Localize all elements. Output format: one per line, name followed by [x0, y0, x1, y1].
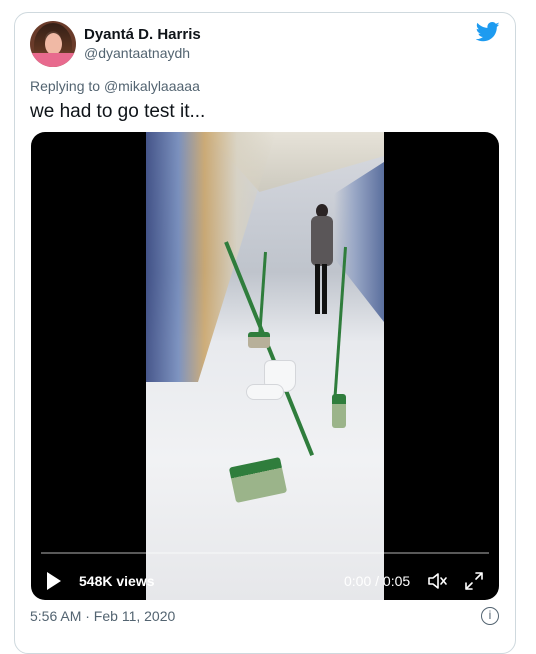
author-handle[interactable]: @dyantaatnaydh [84, 45, 190, 61]
info-icon[interactable]: i [481, 607, 499, 625]
play-icon[interactable] [47, 572, 61, 590]
person-body [311, 216, 333, 266]
broom-head [228, 456, 288, 504]
video-player[interactable]: 548K views 0:00 / 0:05 [31, 132, 499, 600]
person-leg [315, 264, 320, 314]
tweet-text: we had to go test it... [30, 101, 206, 122]
progress-track[interactable] [41, 552, 489, 554]
video-time: 0:00 / 0:05 [344, 573, 411, 589]
author-name[interactable]: Dyantá D. Harris [84, 26, 201, 43]
video-frame [146, 132, 384, 600]
video-controls: 548K views 0:00 / 0:05 [31, 564, 499, 600]
twitter-bird-icon[interactable] [476, 22, 500, 42]
avatar[interactable] [30, 21, 76, 67]
tweet-timestamp[interactable]: 5:56 AM · Feb 11, 2020 [30, 608, 175, 624]
broom-head [248, 332, 270, 348]
fullscreen-icon[interactable] [463, 570, 485, 592]
dustpan [246, 384, 284, 400]
broom-head [332, 394, 346, 428]
broom-stick [224, 241, 315, 457]
avatar-face [45, 33, 62, 55]
replying-prefix: Replying to [30, 78, 101, 94]
view-count: 548K views [79, 573, 155, 589]
person-walking [306, 204, 336, 319]
person-leg [322, 264, 327, 314]
replying-mention[interactable]: @mikalylaaaaa [104, 78, 200, 94]
volume-icon[interactable] [426, 570, 448, 592]
avatar-shirt [30, 53, 76, 67]
replying-to: Replying to @mikalylaaaaa [30, 78, 200, 94]
